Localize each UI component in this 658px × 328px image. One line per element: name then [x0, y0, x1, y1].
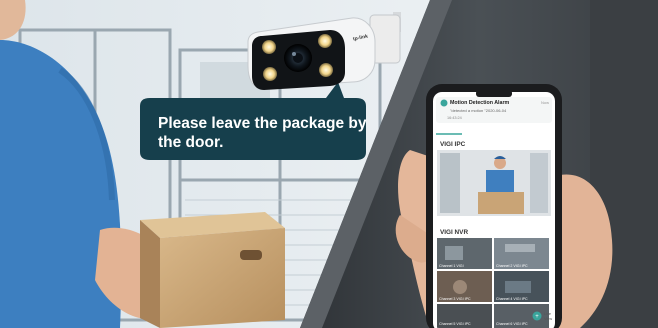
ipc-courier [486, 170, 514, 192]
notification-body: "detected a motion "2020-06-04 [450, 108, 507, 113]
nvr-tile-label: Channel 3 VIGI IPC [439, 297, 471, 301]
section-vigi-nvr[interactable]: VIGI NVR [440, 229, 468, 236]
speech-bubble-text: Please leave the package by the door. [158, 115, 367, 151]
phone-notch [476, 90, 512, 97]
nvr-tile-label: Channel 5 VIGI IPC [439, 322, 471, 326]
hero-banner: + Please leave the package by the door. … [0, 0, 658, 328]
app-logo-icon [440, 99, 448, 107]
nvr-tile-label: Channel 2 VIGI IPC [496, 264, 528, 268]
live-view-label-line1: Live [544, 312, 551, 316]
notification-title: Motion Detection Alarm [450, 100, 510, 106]
nvr-tile-label: Channel 4 VIGI IPC [496, 297, 528, 301]
scene-illustration: + [0, 0, 658, 328]
box-side [140, 220, 160, 328]
section-vigi-ipc[interactable]: VIGI IPC [440, 141, 465, 148]
nvr-tile-label: Channel 1 VIGI [439, 264, 464, 268]
box-handle [240, 250, 262, 260]
plus-icon: + [535, 314, 539, 320]
camera-led-icon [262, 40, 276, 54]
nvr-tile-label: Channel 6 VIGI IPC [496, 322, 528, 326]
notification-timestamp: 16:43:24 [447, 116, 462, 120]
live-view-label-line2: View [544, 316, 553, 321]
ipc-box [478, 192, 524, 214]
cardboard-box [160, 228, 285, 328]
live-view-label: Live View [544, 312, 552, 321]
notification-time: Now [541, 100, 550, 105]
